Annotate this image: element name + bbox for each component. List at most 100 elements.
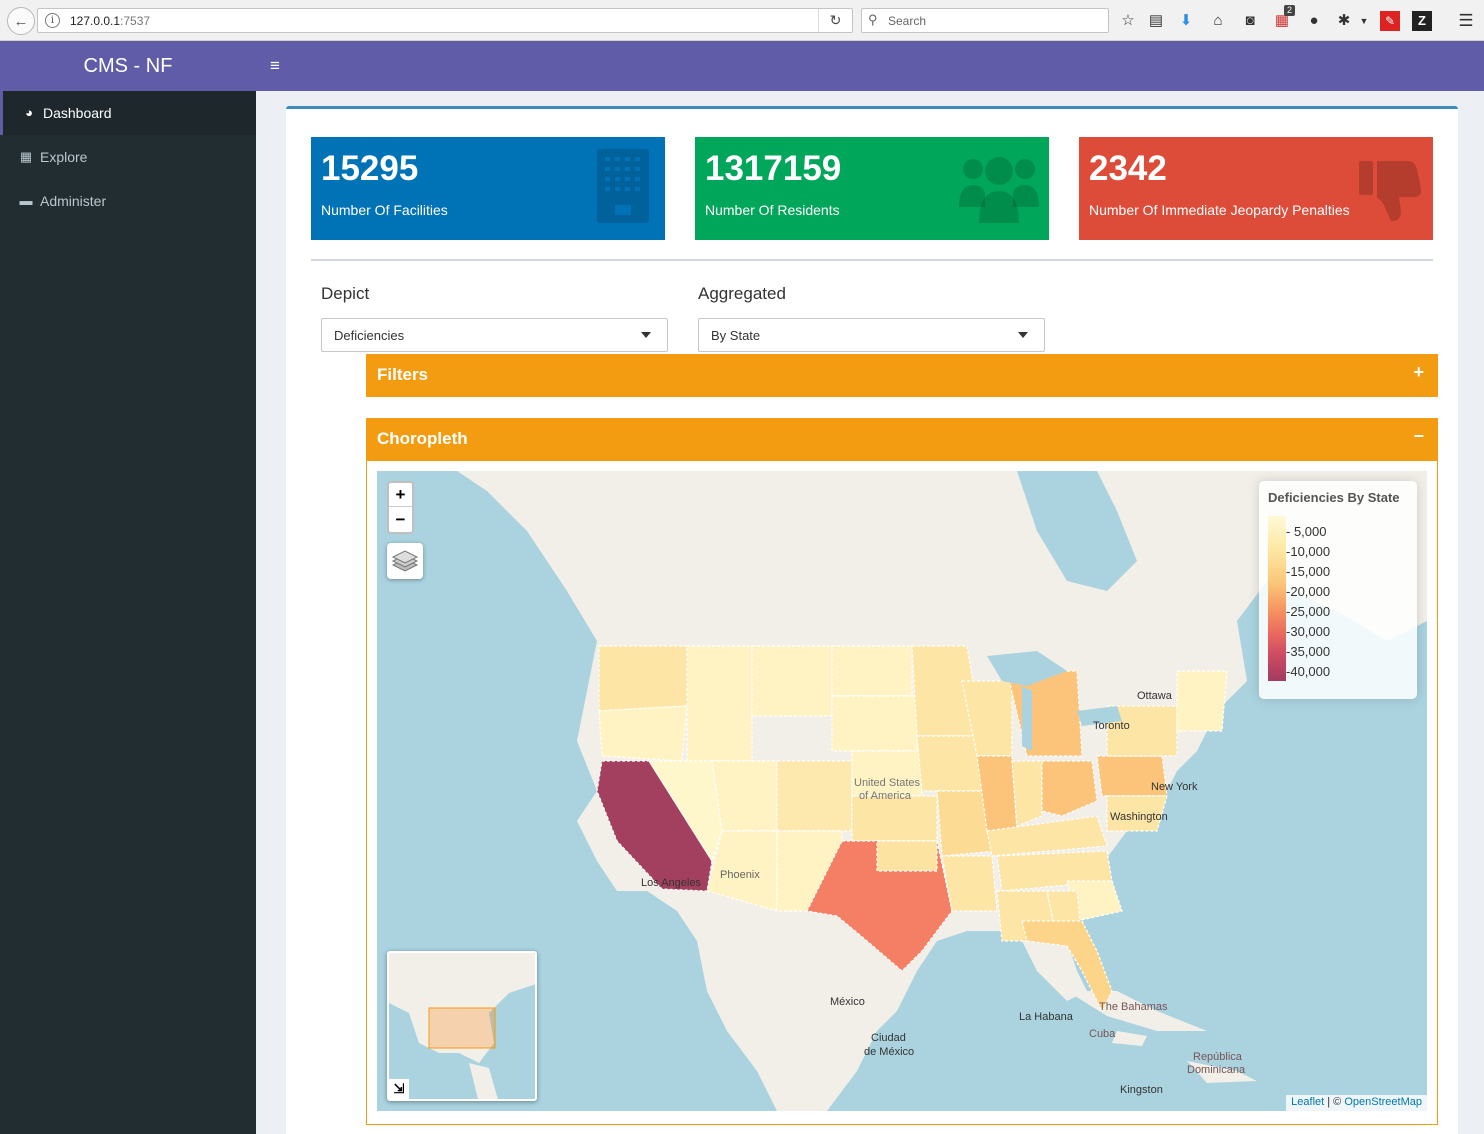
map-label-usa: United States (854, 777, 921, 789)
url-text: 127.0.0.1:7537 (70, 14, 150, 28)
legend-tick: -40,000 (1286, 664, 1331, 679)
map-label-new-york: New York (1151, 781, 1198, 793)
choropleth-panel-header[interactable]: Choropleth − (366, 418, 1438, 461)
mask-extension-icon[interactable]: ● (1304, 11, 1324, 31)
content-wrapper: 15295 Number Of Facilities 1317159 Numbe… (256, 91, 1484, 1134)
sidebar-item-explore[interactable]: ▦ Explore (0, 135, 256, 179)
browser-toolbar: ← i 127.0.0.1:7537 ↻ ⚲ Search ☆ ▤ ⬇ ⌂ ◙ … (0, 0, 1484, 41)
legend-tick: -20,000 (1286, 584, 1331, 599)
reading-list-icon[interactable]: ▤ (1146, 11, 1166, 31)
minimap-toggle-icon[interactable]: ⇲ (389, 1079, 409, 1099)
zoom-out-button[interactable]: − (389, 508, 412, 532)
zoom-in-button[interactable]: + (389, 483, 412, 507)
filters-panel-header[interactable]: Filters + (366, 354, 1438, 397)
divider (311, 259, 1433, 261)
choropleth-panel-body: Ottawa Toronto New York Washington Unite… (366, 461, 1438, 1125)
stat-label: Number Of Immediate Jeopardy Penalties (1089, 202, 1350, 218)
bug-extension-icon[interactable]: ✱ (1334, 11, 1354, 31)
app-logo[interactable]: CMS - NF (0, 41, 256, 91)
depict-label: Depict (321, 284, 370, 303)
dashboard-icon: ◕ (25, 105, 33, 120)
map-label-phoenix: Phoenix (720, 869, 760, 881)
sidebar-item-dashboard[interactable]: ◕ Dashboard (0, 91, 256, 135)
map-label-mexico: México (830, 996, 865, 1008)
map-label-kingston: Kingston (1120, 1084, 1163, 1096)
choropleth-title: Choropleth (377, 429, 468, 448)
keyboard-icon: ▬ (19, 193, 33, 208)
collapse-minus-icon[interactable]: − (1413, 426, 1424, 447)
search-placeholder: Search (888, 14, 927, 28)
map-attribution: Leaflet | © OpenStreetMap (1286, 1095, 1427, 1111)
map-label-ciudad-2: de México (864, 1046, 915, 1058)
menu-icon[interactable]: ☰ (1456, 11, 1476, 31)
legend-color-bar (1268, 516, 1286, 681)
layers-icon[interactable] (387, 543, 423, 579)
browser-search-input[interactable]: ⚲ Search (861, 8, 1109, 33)
sidebar-item-administer[interactable]: ▬ Administer (0, 179, 256, 223)
dropdown-arrow-icon[interactable]: ▼ (1354, 11, 1374, 31)
map-label-ciudad: Ciudad (871, 1032, 906, 1044)
sidebar-item-label: Administer (40, 193, 107, 209)
building-icon (597, 149, 649, 223)
facilities-stat-box: 15295 Number Of Facilities (311, 137, 665, 240)
thumbs-down-icon (1359, 161, 1422, 221)
aggregated-label: Aggregated (698, 284, 786, 303)
choropleth-map[interactable]: Ottawa Toronto New York Washington Unite… (377, 471, 1427, 1111)
download-icon[interactable]: ⬇ (1176, 11, 1196, 31)
osm-link[interactable]: OpenStreetMap (1344, 1096, 1422, 1108)
stat-value: 2342 (1089, 149, 1167, 188)
map-legend: Deficiencies By State - 5,000 -10,000 -1… (1259, 481, 1417, 699)
legend-title: Deficiencies By State (1268, 490, 1400, 505)
minimap[interactable]: ⇲ (387, 951, 537, 1101)
jamaica-shape (1112, 1031, 1147, 1046)
bookmark-star-icon[interactable]: ☆ (1118, 11, 1138, 31)
legend-tick: -15,000 (1286, 564, 1331, 579)
back-arrow-icon[interactable]: ← (7, 7, 35, 35)
map-label-bahamas: The Bahamas (1099, 1001, 1168, 1013)
leaflet-link[interactable]: Leaflet (1291, 1096, 1324, 1108)
map-label-republica-2: Dominicana (1187, 1064, 1246, 1076)
attribution-separator: | © (1324, 1096, 1345, 1108)
pen-extension-icon[interactable]: ✎ (1380, 11, 1400, 31)
legend-tick: -30,000 (1286, 624, 1331, 639)
map-label-toronto: Toronto (1093, 720, 1130, 732)
caret-down-icon (1018, 332, 1028, 338)
expand-plus-icon[interactable]: + (1413, 362, 1424, 383)
zoom-control: + − (387, 481, 414, 534)
sidebar-toggle-icon[interactable]: ≡ (270, 57, 286, 75)
sidebar-item-label: Explore (40, 149, 88, 165)
map-label-cuba: Cuba (1089, 1028, 1116, 1040)
map-label-los-angeles: Los Angeles (641, 877, 701, 889)
info-icon[interactable]: i (45, 13, 60, 28)
aggregated-selected-value: By State (711, 328, 761, 343)
legend-tick: -35,000 (1286, 644, 1331, 659)
sidebar-item-label: Dashboard (43, 105, 112, 121)
sidebar: ◕ Dashboard ▦ Explore ▬ Administer (0, 91, 256, 1134)
stat-value: 15295 (321, 149, 419, 188)
depict-select[interactable]: Deficiencies (321, 318, 668, 352)
map-label-washington: Washington (1110, 811, 1168, 823)
zotero-icon[interactable]: Z (1412, 11, 1432, 31)
aggregated-select[interactable]: By State (698, 318, 1045, 352)
home-icon[interactable]: ⌂ (1208, 11, 1228, 31)
legend-tick: -10,000 (1286, 544, 1331, 559)
map-label-ottawa: Ottawa (1137, 690, 1172, 702)
url-host: 127.0.0.1 (70, 14, 121, 28)
stat-label: Number Of Residents (705, 202, 840, 218)
top-navbar: ≡ (256, 41, 1484, 91)
table-icon: ▦ (19, 149, 33, 164)
reload-icon[interactable]: ↻ (818, 9, 852, 32)
legend-tick: - 5,000 (1286, 524, 1327, 539)
pocket-icon[interactable]: ◙ (1240, 11, 1260, 31)
users-icon (959, 157, 1039, 223)
search-icon: ⚲ (868, 12, 878, 27)
url-bar[interactable]: i 127.0.0.1:7537 ↻ (37, 8, 853, 33)
jeopardy-stat-box: 2342 Number Of Immediate Jeopardy Penalt… (1079, 137, 1433, 240)
url-port: :7537 (120, 14, 151, 28)
caret-down-icon (641, 332, 651, 338)
map-label-usa-2: of America (859, 790, 911, 802)
legend-tick: -25,000 (1286, 604, 1331, 619)
residents-stat-box: 1317159 Number Of Residents (695, 137, 1049, 240)
filters-title: Filters (377, 365, 429, 384)
map-label-republica: República (1193, 1051, 1242, 1063)
